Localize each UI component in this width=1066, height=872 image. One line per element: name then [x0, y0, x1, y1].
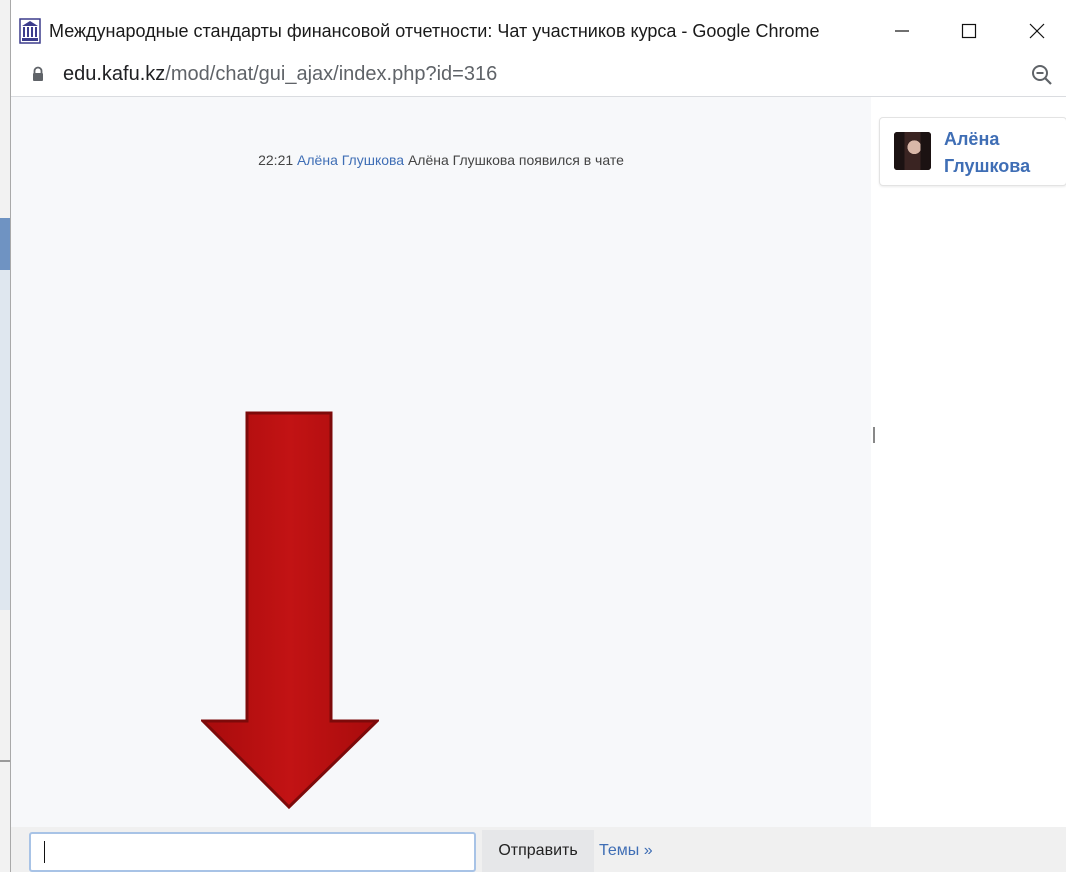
send-button[interactable]: Отправить — [482, 830, 594, 872]
window-title: Международные стандарты финансовой отчет… — [49, 21, 820, 41]
message-input-bar: Отправить Темы » — [11, 827, 1066, 872]
chat-page: 22:21 Алёна Глушкова Алёна Глушкова появ… — [11, 97, 1066, 872]
avatar — [894, 132, 931, 170]
browser-window: Международные стандарты финансовой отчет… — [10, 0, 1066, 872]
down-arrow-annotation — [201, 411, 379, 810]
desktop-background-strip — [0, 0, 10, 872]
chat-messages-area: 22:21 Алёна Глушкова Алёна Глушкова появ… — [11, 97, 871, 827]
address-bar[interactable]: edu.kafu.kz/mod/chat/gui_ajax/index.php?… — [11, 52, 1066, 97]
user-name-link[interactable]: Алёна Глушкова — [944, 126, 1054, 180]
url-text[interactable]: edu.kafu.kz/mod/chat/gui_ajax/index.php?… — [63, 63, 497, 86]
message-input[interactable] — [29, 832, 476, 872]
message-user-link[interactable]: Алёна Глушкова — [297, 152, 404, 168]
chat-message: 22:21 Алёна Глушкова Алёна Глушкова появ… — [11, 152, 871, 168]
users-sidebar: Алёна Глушкова — [877, 97, 1066, 872]
splitter-grip[interactable] — [873, 427, 875, 443]
minimize-button[interactable] — [879, 14, 925, 48]
topics-link[interactable]: Темы » — [599, 842, 653, 860]
minimize-icon — [895, 30, 909, 32]
message-text: Алёна Глушкова появился в чате — [407, 152, 624, 168]
maximize-button[interactable] — [946, 14, 992, 48]
close-button[interactable] — [1014, 14, 1060, 48]
url-host: edu.kafu.kz — [63, 63, 166, 85]
kafu-logo-icon — [19, 18, 41, 44]
lock-icon[interactable] — [31, 66, 45, 82]
message-time: 22:21 — [258, 152, 294, 168]
url-path: /mod/chat/gui_ajax/index.php?id=316 — [165, 63, 498, 85]
zoom-out-icon[interactable] — [1031, 64, 1053, 86]
user-card[interactable]: Алёна Глушкова — [879, 117, 1066, 186]
text-caret — [44, 841, 45, 863]
maximize-icon — [961, 23, 977, 39]
close-icon — [1029, 23, 1045, 39]
